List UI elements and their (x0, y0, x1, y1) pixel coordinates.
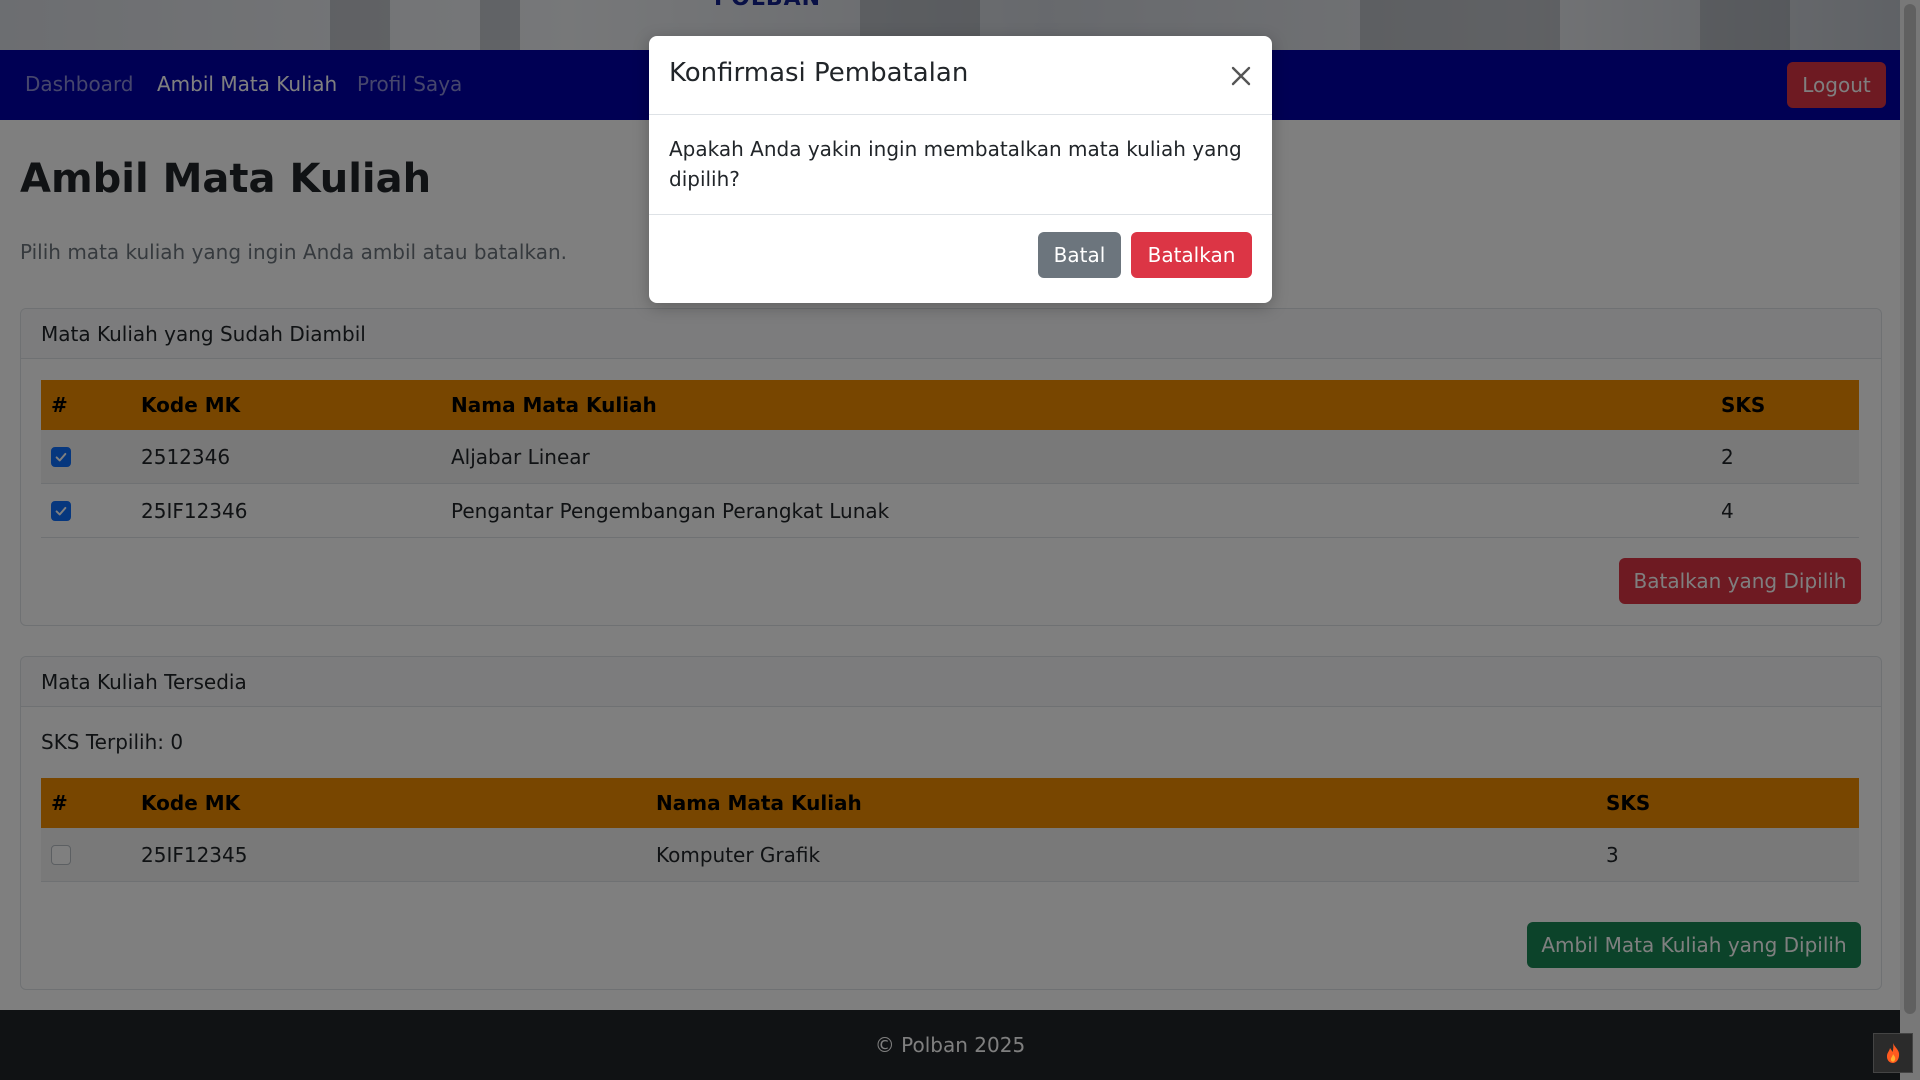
fire-icon (1886, 1043, 1900, 1063)
modal-title: Konfirmasi Pembatalan (669, 58, 969, 88)
corner-badge[interactable] (1873, 1033, 1913, 1073)
modal-header: Konfirmasi Pembatalan (649, 36, 1272, 115)
modal-footer: Batal Batalkan (649, 214, 1272, 304)
confirm-cancel-modal: Konfirmasi Pembatalan Apakah Anda yakin … (649, 36, 1272, 303)
close-icon[interactable] (1229, 64, 1253, 88)
modal-body-text: Apakah Anda yakin ingin membatalkan mata… (669, 137, 1242, 191)
modal-cancel-button[interactable]: Batal (1038, 232, 1121, 278)
modal-confirm-button[interactable]: Batalkan (1131, 232, 1252, 278)
